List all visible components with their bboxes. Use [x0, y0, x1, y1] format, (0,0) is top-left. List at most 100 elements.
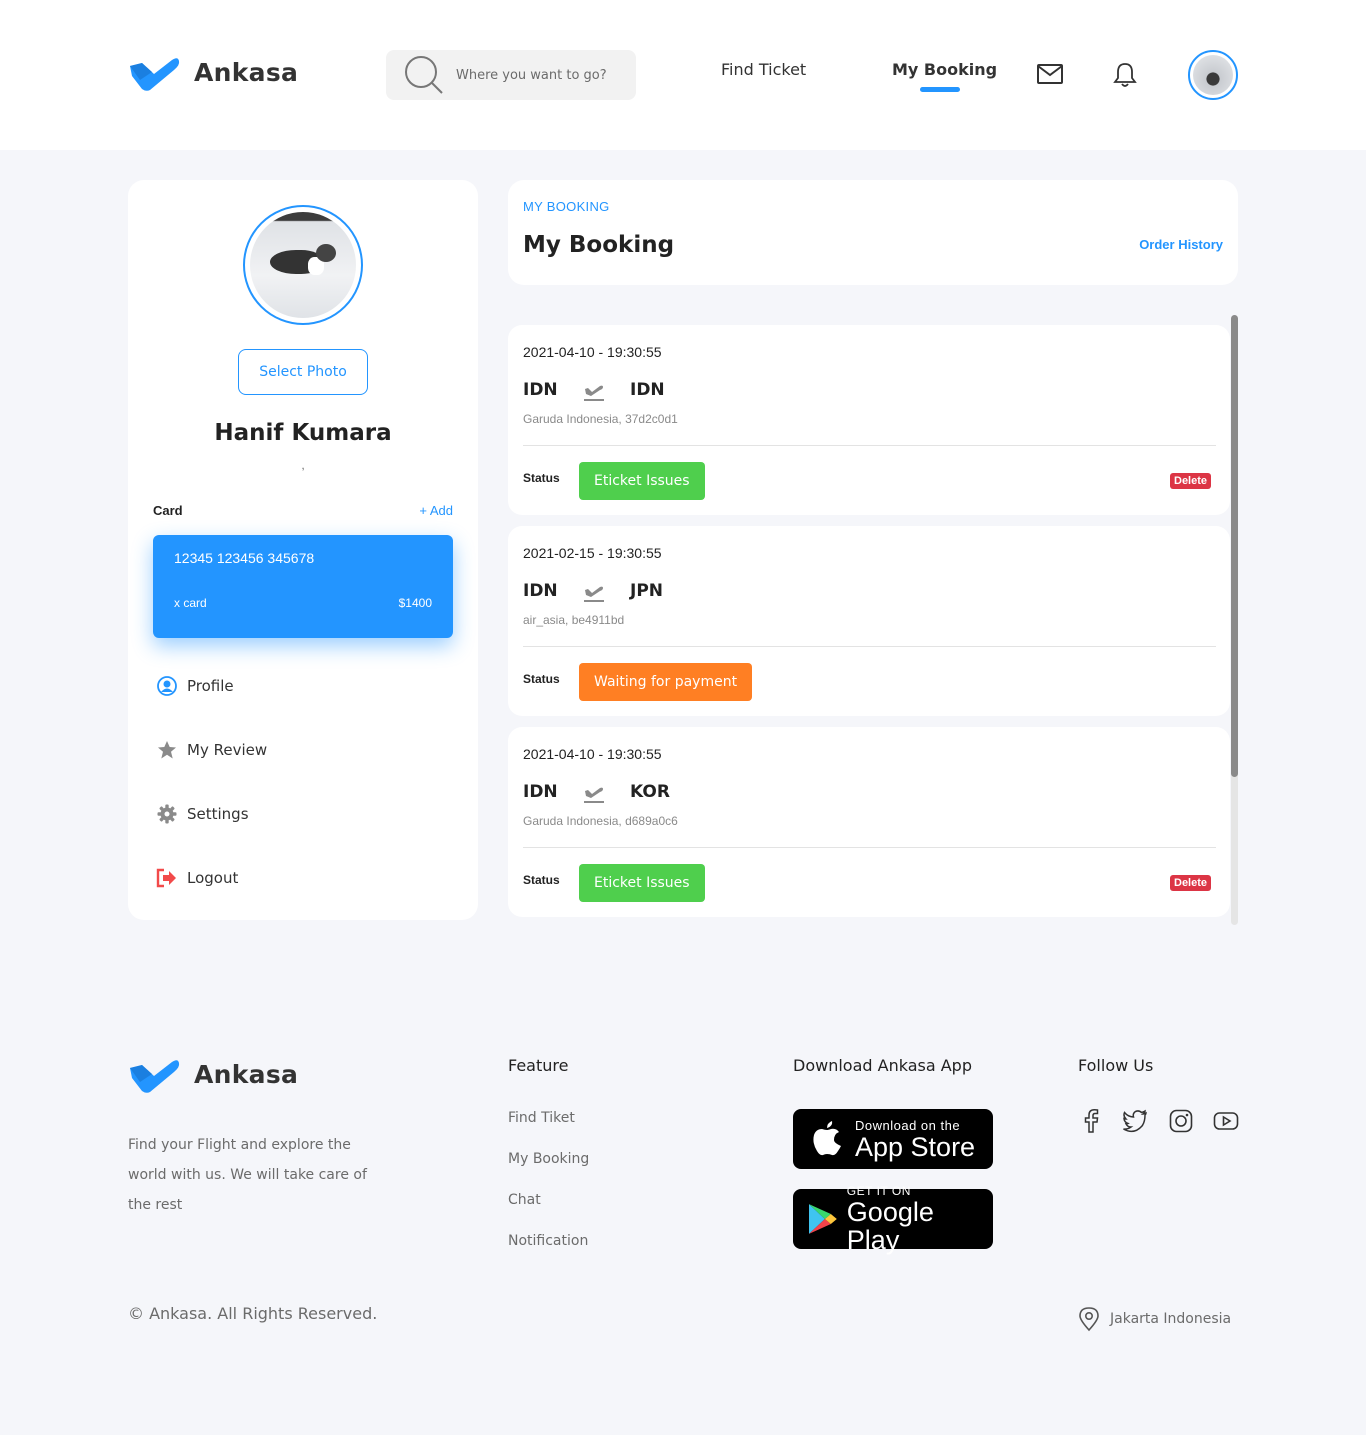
- status-badge[interactable]: Eticket Issues: [579, 864, 705, 902]
- divider: [523, 445, 1216, 446]
- app-store-line1: Download on the: [855, 1117, 961, 1133]
- status-badge[interactable]: Eticket Issues: [579, 462, 705, 500]
- google-play-line2: Google Play: [846, 1197, 934, 1255]
- search-icon: [405, 56, 443, 94]
- menu-my-review[interactable]: My Review: [156, 739, 267, 761]
- location-text: Jakarta Indonesia: [1110, 1311, 1232, 1327]
- card-number: 12345 123456 345678: [174, 550, 315, 566]
- app-store-line2: App Store: [855, 1131, 976, 1162]
- plane-logo-icon: [130, 58, 180, 91]
- card-section-label: Card: [153, 503, 183, 518]
- logo[interactable]: Ankasa: [128, 52, 298, 92]
- flight-icon: [584, 787, 604, 803]
- download-heading: Download Ankasa App: [793, 1056, 972, 1075]
- status-label: Status: [523, 873, 560, 887]
- brand-name: Ankasa: [194, 1059, 299, 1089]
- menu-profile[interactable]: Profile: [156, 675, 234, 697]
- brand-name: Ankasa: [194, 57, 299, 87]
- add-card-link[interactable]: + Add: [419, 503, 453, 518]
- footer-logo[interactable]: Ankasa: [128, 1054, 298, 1094]
- feature-heading: Feature: [508, 1056, 569, 1075]
- card-type: x card: [174, 596, 207, 610]
- profile-icon: [156, 675, 178, 697]
- nav-find-ticket[interactable]: Find Ticket: [721, 60, 806, 79]
- twitter-icon[interactable]: [1122, 1108, 1148, 1134]
- google-play-line1: GET IT ON: [846, 1184, 911, 1198]
- airline-info: air_asia, be4911bd: [523, 613, 625, 627]
- status-label: Status: [523, 471, 560, 485]
- card-balance: $1400: [398, 596, 432, 610]
- booking-list[interactable]: 2021-04-10 - 19:30:55 IDN IDN Garuda Ind…: [508, 315, 1238, 925]
- search-box[interactable]: [386, 50, 636, 100]
- destination-code: IDN: [630, 380, 665, 400]
- booking-header-panel: MY BOOKING My Booking Order History: [508, 180, 1238, 285]
- plane-logo-icon: [130, 1060, 180, 1093]
- booking-datetime: 2021-02-15 - 19:30:55: [523, 545, 662, 561]
- copyright: © Ankasa. All Rights Reserved.: [128, 1304, 378, 1323]
- booking-item[interactable]: 2021-02-15 - 19:30:55 IDN JPN air_asia, …: [508, 526, 1230, 716]
- menu-label: Settings: [187, 805, 249, 823]
- mail-icon[interactable]: [1037, 64, 1063, 84]
- menu-settings[interactable]: Settings: [156, 803, 249, 825]
- flight-icon: [584, 586, 604, 602]
- status-badge[interactable]: Waiting for payment: [579, 663, 753, 701]
- footer-description: Find your Flight and explore the world w…: [128, 1137, 367, 1213]
- logout-icon: [156, 867, 178, 889]
- booking-datetime: 2021-04-10 - 19:30:55: [523, 344, 662, 360]
- search-input[interactable]: [456, 67, 616, 83]
- section-eyebrow: MY BOOKING: [523, 199, 610, 214]
- booking-item[interactable]: 2021-04-10 - 19:30:55 IDN KOR Garuda Ind…: [508, 727, 1230, 917]
- profile-sidebar: Select Photo Hanif Kumara , Card + Add 1…: [128, 180, 478, 920]
- page-title: My Booking: [523, 232, 675, 258]
- follow-heading: Follow Us: [1078, 1056, 1154, 1075]
- map-pin-icon: [1079, 1307, 1099, 1332]
- gear-icon: [156, 803, 178, 825]
- google-play-icon: [808, 1204, 837, 1234]
- destination-code: KOR: [630, 782, 670, 802]
- scrollbar-thumb[interactable]: [1231, 315, 1238, 777]
- star-icon: [156, 739, 178, 761]
- header-avatar[interactable]: [1188, 50, 1238, 100]
- footer-location: Jakarta Indonesia: [1078, 1306, 1231, 1332]
- apple-icon: [813, 1121, 841, 1156]
- app-store-button[interactable]: Download on the App Store: [793, 1109, 993, 1169]
- google-play-button[interactable]: GET IT ON Google Play: [793, 1184, 993, 1254]
- profile-name: Hanif Kumara: [214, 420, 392, 446]
- avatar-image: [1193, 55, 1233, 95]
- footer-link-find-tiket[interactable]: Find Tiket: [508, 1110, 575, 1126]
- origin-code: IDN: [523, 380, 558, 400]
- airline-info: Garuda Indonesia, 37d2c0d1: [523, 412, 678, 426]
- menu-logout[interactable]: Logout: [156, 867, 238, 889]
- flight-icon: [584, 385, 604, 401]
- origin-code: IDN: [523, 581, 558, 601]
- status-label: Status: [523, 672, 560, 686]
- order-history-link[interactable]: Order History: [1139, 237, 1223, 252]
- menu-label: My Review: [187, 741, 268, 759]
- footer-link-chat[interactable]: Chat: [508, 1192, 541, 1208]
- bell-icon[interactable]: [1113, 62, 1137, 88]
- divider: [523, 847, 1216, 848]
- facebook-icon[interactable]: [1080, 1108, 1102, 1134]
- delete-button[interactable]: Delete: [1170, 875, 1212, 891]
- nav-my-booking[interactable]: My Booking: [892, 60, 997, 79]
- footer-link-my-booking[interactable]: My Booking: [508, 1151, 589, 1167]
- booking-datetime: 2021-04-10 - 19:30:55: [523, 746, 662, 762]
- destination-code: JPN: [630, 581, 664, 601]
- profile-photo: [250, 212, 356, 318]
- top-header: Ankasa Find Ticket My Booking: [0, 0, 1366, 150]
- footer-link-notification[interactable]: Notification: [508, 1233, 588, 1249]
- profile-location: ,: [301, 458, 305, 472]
- nav-active-indicator: [920, 87, 960, 92]
- menu-label: Profile: [187, 677, 234, 695]
- youtube-icon[interactable]: [1213, 1108, 1239, 1134]
- booking-item[interactable]: 2021-04-10 - 19:30:55 IDN IDN Garuda Ind…: [508, 325, 1230, 515]
- delete-button[interactable]: Delete: [1170, 473, 1212, 489]
- origin-code: IDN: [523, 782, 558, 802]
- credit-card[interactable]: 12345 123456 345678 x card $1400: [153, 535, 453, 638]
- divider: [523, 646, 1216, 647]
- profile-avatar: [243, 205, 363, 325]
- menu-label: Logout: [187, 869, 239, 887]
- instagram-icon[interactable]: [1169, 1108, 1193, 1134]
- select-photo-button[interactable]: Select Photo: [238, 349, 368, 395]
- airline-info: Garuda Indonesia, d689a0c6: [523, 814, 678, 828]
